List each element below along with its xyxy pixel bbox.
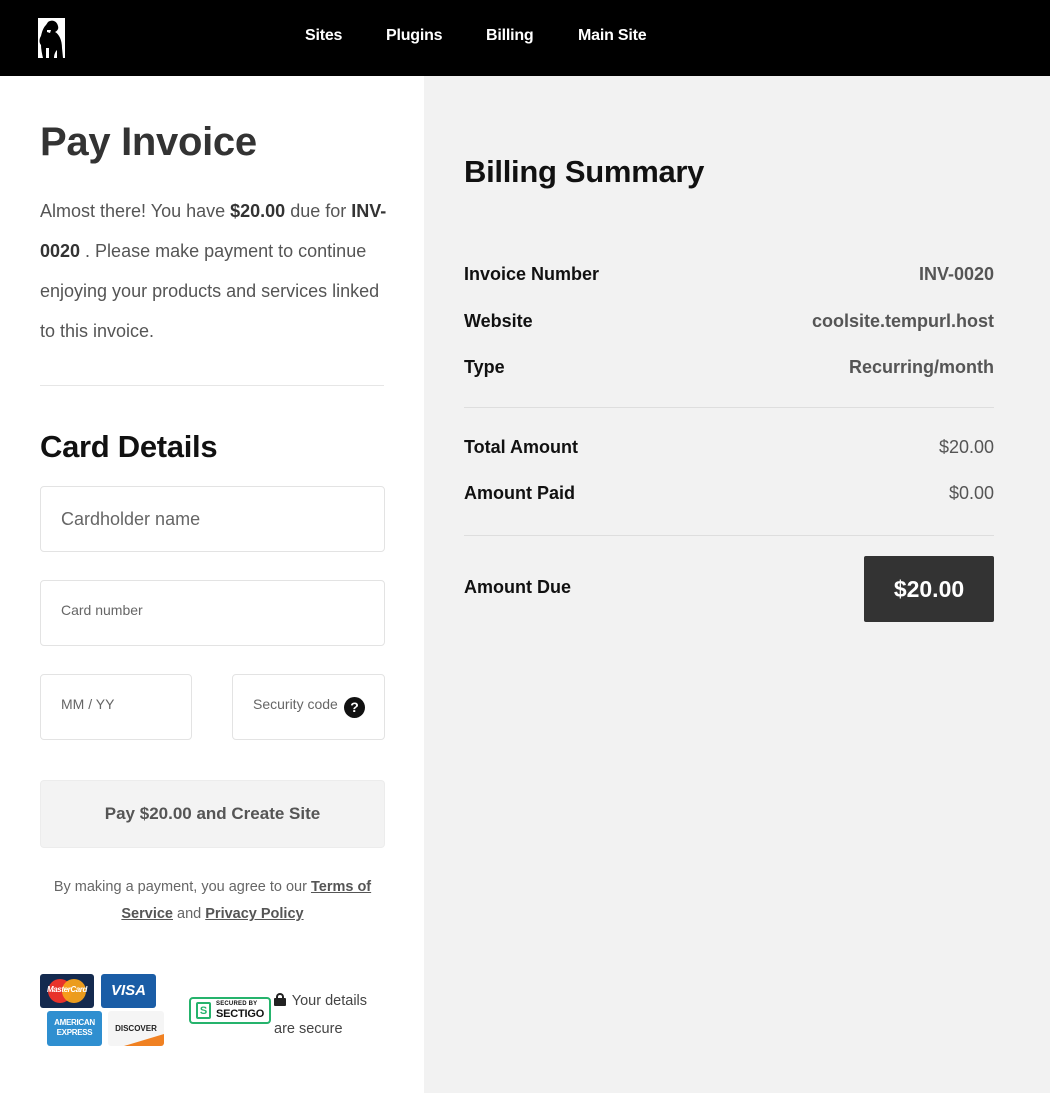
privacy-policy-link[interactable]: Privacy Policy: [205, 906, 303, 922]
intro-mid: due for: [285, 201, 352, 221]
card-number-input[interactable]: Card number: [40, 580, 385, 646]
mastercard-label: MasterCard: [46, 985, 88, 994]
legal-prefix: By making a payment, you agree to our: [53, 879, 311, 895]
cardholder-name-placeholder: Cardholder name: [61, 509, 201, 529]
pay-and-create-site-button[interactable]: Pay $20.00 and Create Site: [40, 780, 385, 848]
summary-value: INV-0020: [918, 264, 994, 284]
sectigo-line2: SECTIGO: [216, 1008, 265, 1020]
expiry-date-input[interactable]: MM / YY: [40, 674, 192, 740]
summary-row-invoice-number: Invoice Number INV-0020: [464, 264, 994, 288]
amex-line1: AMERICAN: [54, 1018, 95, 1027]
divider: [464, 407, 994, 408]
accepted-cards: MasterCard VISA AMERICAN EXPRESS DISCOVE…: [40, 974, 170, 1049]
card-details-title: Card Details: [40, 429, 218, 464]
amount-due-label: Amount Due: [464, 577, 571, 597]
sectigo-glyph: S: [196, 1002, 211, 1019]
sectigo-badge-icon: S SECURED BY SECTIGO: [189, 997, 271, 1024]
summary-row-website: Website coolsite.tempurl.host: [464, 311, 994, 335]
summary-row-amount-paid: Amount Paid $0.00: [464, 483, 994, 507]
security-code-input[interactable]: Security code ?: [232, 674, 385, 740]
expiry-placeholder: MM / YY: [61, 696, 115, 712]
nav-link-plugins[interactable]: Plugins: [386, 27, 443, 45]
nav-link-main-site[interactable]: Main Site: [578, 27, 647, 45]
summary-label: Invoice Number: [464, 264, 600, 284]
intro-amount: $20.00: [230, 201, 286, 221]
summary-value: $0.00: [948, 483, 994, 503]
summary-value: $20.00: [938, 437, 994, 457]
summary-label: Amount Paid: [464, 483, 575, 503]
summary-row-total-amount: Total Amount $20.00: [464, 437, 994, 461]
nav-link-billing[interactable]: Billing: [486, 27, 534, 45]
nav-link-sites[interactable]: Sites: [305, 27, 342, 45]
divider: [464, 535, 994, 536]
gorilla-logo-icon[interactable]: [38, 18, 65, 58]
divider: [40, 385, 384, 386]
billing-summary-panel: Billing Summary Invoice Number INV-0020 …: [424, 76, 1050, 1093]
summary-value: Recurring/month: [848, 357, 994, 377]
legal-mid: and: [173, 906, 206, 922]
security-code-placeholder: Security code: [253, 696, 338, 712]
top-navigation-bar: Sites Plugins Billing Main Site: [0, 0, 1050, 76]
summary-label: Total Amount: [464, 437, 578, 457]
discover-label: DISCOVER: [115, 1024, 157, 1033]
payment-panel: Pay Invoice Almost there! You have $20.0…: [0, 76, 424, 1093]
amex-line2: EXPRESS: [56, 1028, 93, 1037]
intro-prefix: Almost there! You have: [40, 201, 231, 221]
mastercard-icon: MasterCard: [40, 974, 94, 1008]
visa-icon: VISA: [101, 974, 156, 1008]
amex-icon: AMERICAN EXPRESS: [47, 1011, 102, 1046]
billing-summary-title: Billing Summary: [464, 154, 705, 189]
legal-agreement-text: By making a payment, you agree to our Te…: [40, 874, 385, 928]
secure-notice: Your details are secure: [274, 987, 384, 1043]
page-title: Pay Invoice: [40, 120, 257, 164]
summary-value: coolsite.tempurl.host: [811, 311, 994, 331]
lock-icon: [274, 993, 286, 1006]
sectigo-line1: SECURED BY: [216, 1001, 258, 1007]
amount-due-badge: $20.00: [864, 556, 994, 622]
intro-text: Almost there! You have $20.00 due for IN…: [40, 191, 390, 351]
summary-row-type: Type Recurring/month: [464, 357, 994, 381]
cardholder-name-input[interactable]: Cardholder name: [40, 486, 385, 552]
summary-label: Type: [464, 357, 505, 377]
summary-label: Website: [464, 311, 533, 331]
intro-suffix: . Please make payment to continue enjoyi…: [40, 241, 380, 341]
discover-icon: DISCOVER: [108, 1011, 164, 1046]
help-icon[interactable]: ?: [344, 697, 365, 718]
secure-text: Your details are secure: [274, 993, 368, 1037]
card-number-placeholder: Card number: [61, 602, 143, 618]
